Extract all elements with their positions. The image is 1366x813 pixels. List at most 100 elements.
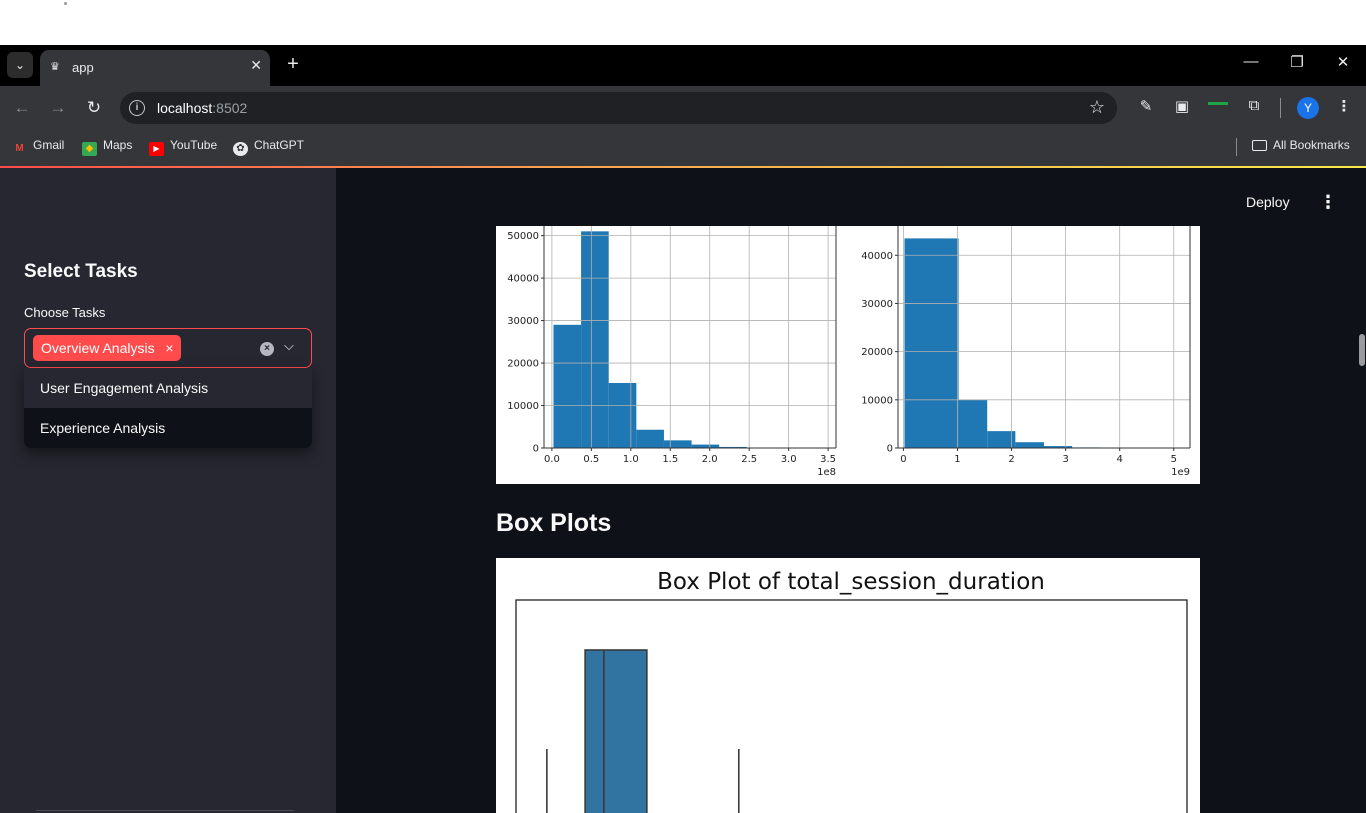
bookmark-maps[interactable]: ◆ Maps	[82, 138, 132, 156]
bookmark-label: YouTube	[170, 138, 218, 152]
bookmark-label: Maps	[103, 138, 133, 152]
histogram-bar	[663, 440, 692, 448]
dot-marker	[64, 2, 67, 5]
histogram-bar	[553, 324, 582, 448]
x-tick-label: 4	[1117, 454, 1123, 465]
x-offset-label: 1e8	[817, 467, 836, 478]
chrome-menu-icon[interactable]: ⋮	[1333, 97, 1355, 115]
site-info-icon[interactable]: i	[129, 100, 145, 116]
tasks-dropdown-menu: User Engagement Analysis Experience Anal…	[24, 368, 312, 448]
profile-avatar[interactable]: Y	[1297, 97, 1319, 119]
histogram-bar	[987, 431, 1016, 448]
x-tick-label: 1.0	[623, 454, 639, 465]
bookmarks-separator	[1236, 138, 1237, 156]
remove-chip-icon[interactable]: ×	[165, 335, 173, 361]
histogram-bar	[958, 399, 988, 448]
box-iqr	[584, 649, 648, 813]
x-tick-label: 5	[1171, 454, 1177, 465]
extensions-puzzle-icon[interactable]: ⧉	[1243, 97, 1265, 114]
tasks-multiselect[interactable]: Overview Analysis × × ⌵	[24, 328, 312, 368]
chatgpt-icon: ✿	[233, 142, 248, 156]
histogram-bar	[581, 231, 609, 448]
folder-icon	[1252, 140, 1267, 151]
bookmark-gmail[interactable]: M Gmail	[12, 138, 64, 156]
url-port: :8502	[212, 100, 248, 116]
x-tick-label: 1.5	[662, 454, 678, 465]
y-tick-label: 30000	[861, 299, 893, 310]
youtube-icon: ▶	[149, 142, 164, 156]
multiselect-label: Choose Tasks	[24, 305, 106, 320]
streamlit-favicon-icon: ♛	[50, 61, 60, 73]
histogram-bar	[904, 238, 959, 448]
main-content: Deploy ⋮ 0.0 0.5 1.0 1.5 2.0 2.5 3.0 3.5 0 10000 2…	[336, 168, 1366, 813]
box-plot: Box Plot of total_session_duration	[515, 569, 1188, 813]
main-scrollbar-thumb[interactable]	[1359, 334, 1365, 366]
sidebar-scrollbar[interactable]	[36, 810, 294, 811]
bookmark-label: ChatGPT	[254, 138, 305, 152]
tab-search-button[interactable]: ⌄	[7, 52, 33, 78]
y-tick-label: 0	[533, 444, 539, 455]
close-window-icon[interactable]: ✕	[1328, 53, 1358, 71]
box-plots-heading: Box Plots	[496, 509, 612, 537]
browser-tab[interactable]: ♛ app ✕	[40, 50, 270, 86]
browser-tab-bar: ⌄ ♛ app ✕ + — ❐ ✕	[0, 45, 1366, 86]
x-tick-label: 0.5	[583, 454, 599, 465]
all-bookmarks-label: All Bookmarks	[1273, 138, 1350, 152]
y-tick-label: 30000	[507, 316, 539, 327]
y-tick-label: 40000	[861, 251, 893, 262]
deploy-button[interactable]: Deploy	[1246, 194, 1290, 210]
histogram-1: 0.0 0.5 1.0 1.5 2.0 2.5 3.0 3.5 0 10000 20000 30000…	[507, 226, 837, 478]
x-tick-label: 3.0	[781, 454, 797, 465]
forward-icon[interactable]: →	[46, 96, 70, 120]
media-icon[interactable]: ▣	[1171, 97, 1193, 115]
reload-icon[interactable]: ↻	[82, 96, 106, 120]
histogram-2: 0 1 2 3 4 5 0 10000 20000 30000 40000 1e9	[861, 226, 1191, 478]
histogram-figure: 0.0 0.5 1.0 1.5 2.0 2.5 3.0 3.5 0 10000 20000 30000…	[496, 226, 1200, 484]
bookmark-star-icon[interactable]: ☆	[1089, 97, 1105, 118]
y-tick-label: 10000	[507, 401, 539, 412]
url-host: localhost	[157, 100, 213, 116]
tab-title: app	[72, 60, 94, 75]
y-tick-label: 50000	[507, 231, 539, 242]
box-plot-title: Box Plot of total_session_duration	[657, 569, 1045, 595]
x-tick-label: 0	[900, 454, 906, 465]
new-tab-button[interactable]: +	[282, 53, 304, 75]
back-icon[interactable]: ←	[10, 96, 34, 120]
y-tick-label: 10000	[861, 395, 893, 406]
eyedropper-icon[interactable]: ✎	[1135, 97, 1157, 115]
boxplot-chart-svg: Box Plot of total_session_duration	[515, 569, 1188, 813]
y-tick-label: 20000	[507, 359, 539, 370]
chevron-down-icon[interactable]: ⌵	[284, 338, 294, 354]
histogram-chart-svg: 0.0 0.5 1.0 1.5 2.0 2.5 3.0 3.5 0 10000 20000 30000…	[507, 226, 1191, 478]
y-tick-label: 20000	[861, 347, 893, 358]
histogram-bar	[691, 444, 720, 448]
dropdown-option[interactable]: User Engagement Analysis	[24, 368, 312, 408]
restore-icon[interactable]: ❐	[1282, 53, 1312, 71]
address-bar[interactable]: i localhost:8502 ☆	[120, 92, 1117, 124]
x-tick-label: 2.5	[741, 454, 757, 465]
x-tick-label: 3	[1062, 454, 1068, 465]
x-tick-label: 0.0	[544, 454, 560, 465]
x-tick-label: 1	[954, 454, 960, 465]
bookmark-chatgpt[interactable]: ✿ ChatGPT	[233, 138, 304, 156]
dropdown-option[interactable]: Experience Analysis	[24, 408, 312, 448]
main-menu-icon[interactable]: ⋮	[1319, 192, 1337, 213]
y-tick-label: 40000	[507, 274, 539, 285]
x-tick-label: 2.0	[702, 454, 718, 465]
chip-label: Overview Analysis	[41, 340, 155, 356]
top-strip	[0, 0, 1366, 45]
all-bookmarks-button[interactable]: All Bookmarks	[1252, 138, 1350, 152]
extension-badge-icon[interactable]: ▬▬	[1207, 97, 1229, 108]
minimize-icon[interactable]: —	[1236, 53, 1266, 70]
x-tick-label: 3.5	[820, 454, 836, 465]
x-offset-label: 1e9	[1171, 467, 1190, 478]
browser-toolbar: ← → ↻ i localhost:8502 ☆ ✎ ▣ ▬▬ ⧉ ⋮	[0, 86, 1366, 130]
boxplot-figure: Box Plot of total_session_duration	[496, 558, 1200, 813]
tab-close-icon[interactable]: ✕	[250, 57, 262, 74]
histogram-bar	[608, 383, 637, 448]
bookmark-youtube[interactable]: ▶ YouTube	[149, 138, 217, 156]
url-text[interactable]: localhost:8502	[157, 100, 247, 116]
bookmark-label: Gmail	[33, 138, 65, 152]
clear-selection-icon[interactable]: ×	[260, 342, 274, 356]
sidebar-title: Select Tasks	[24, 261, 138, 282]
